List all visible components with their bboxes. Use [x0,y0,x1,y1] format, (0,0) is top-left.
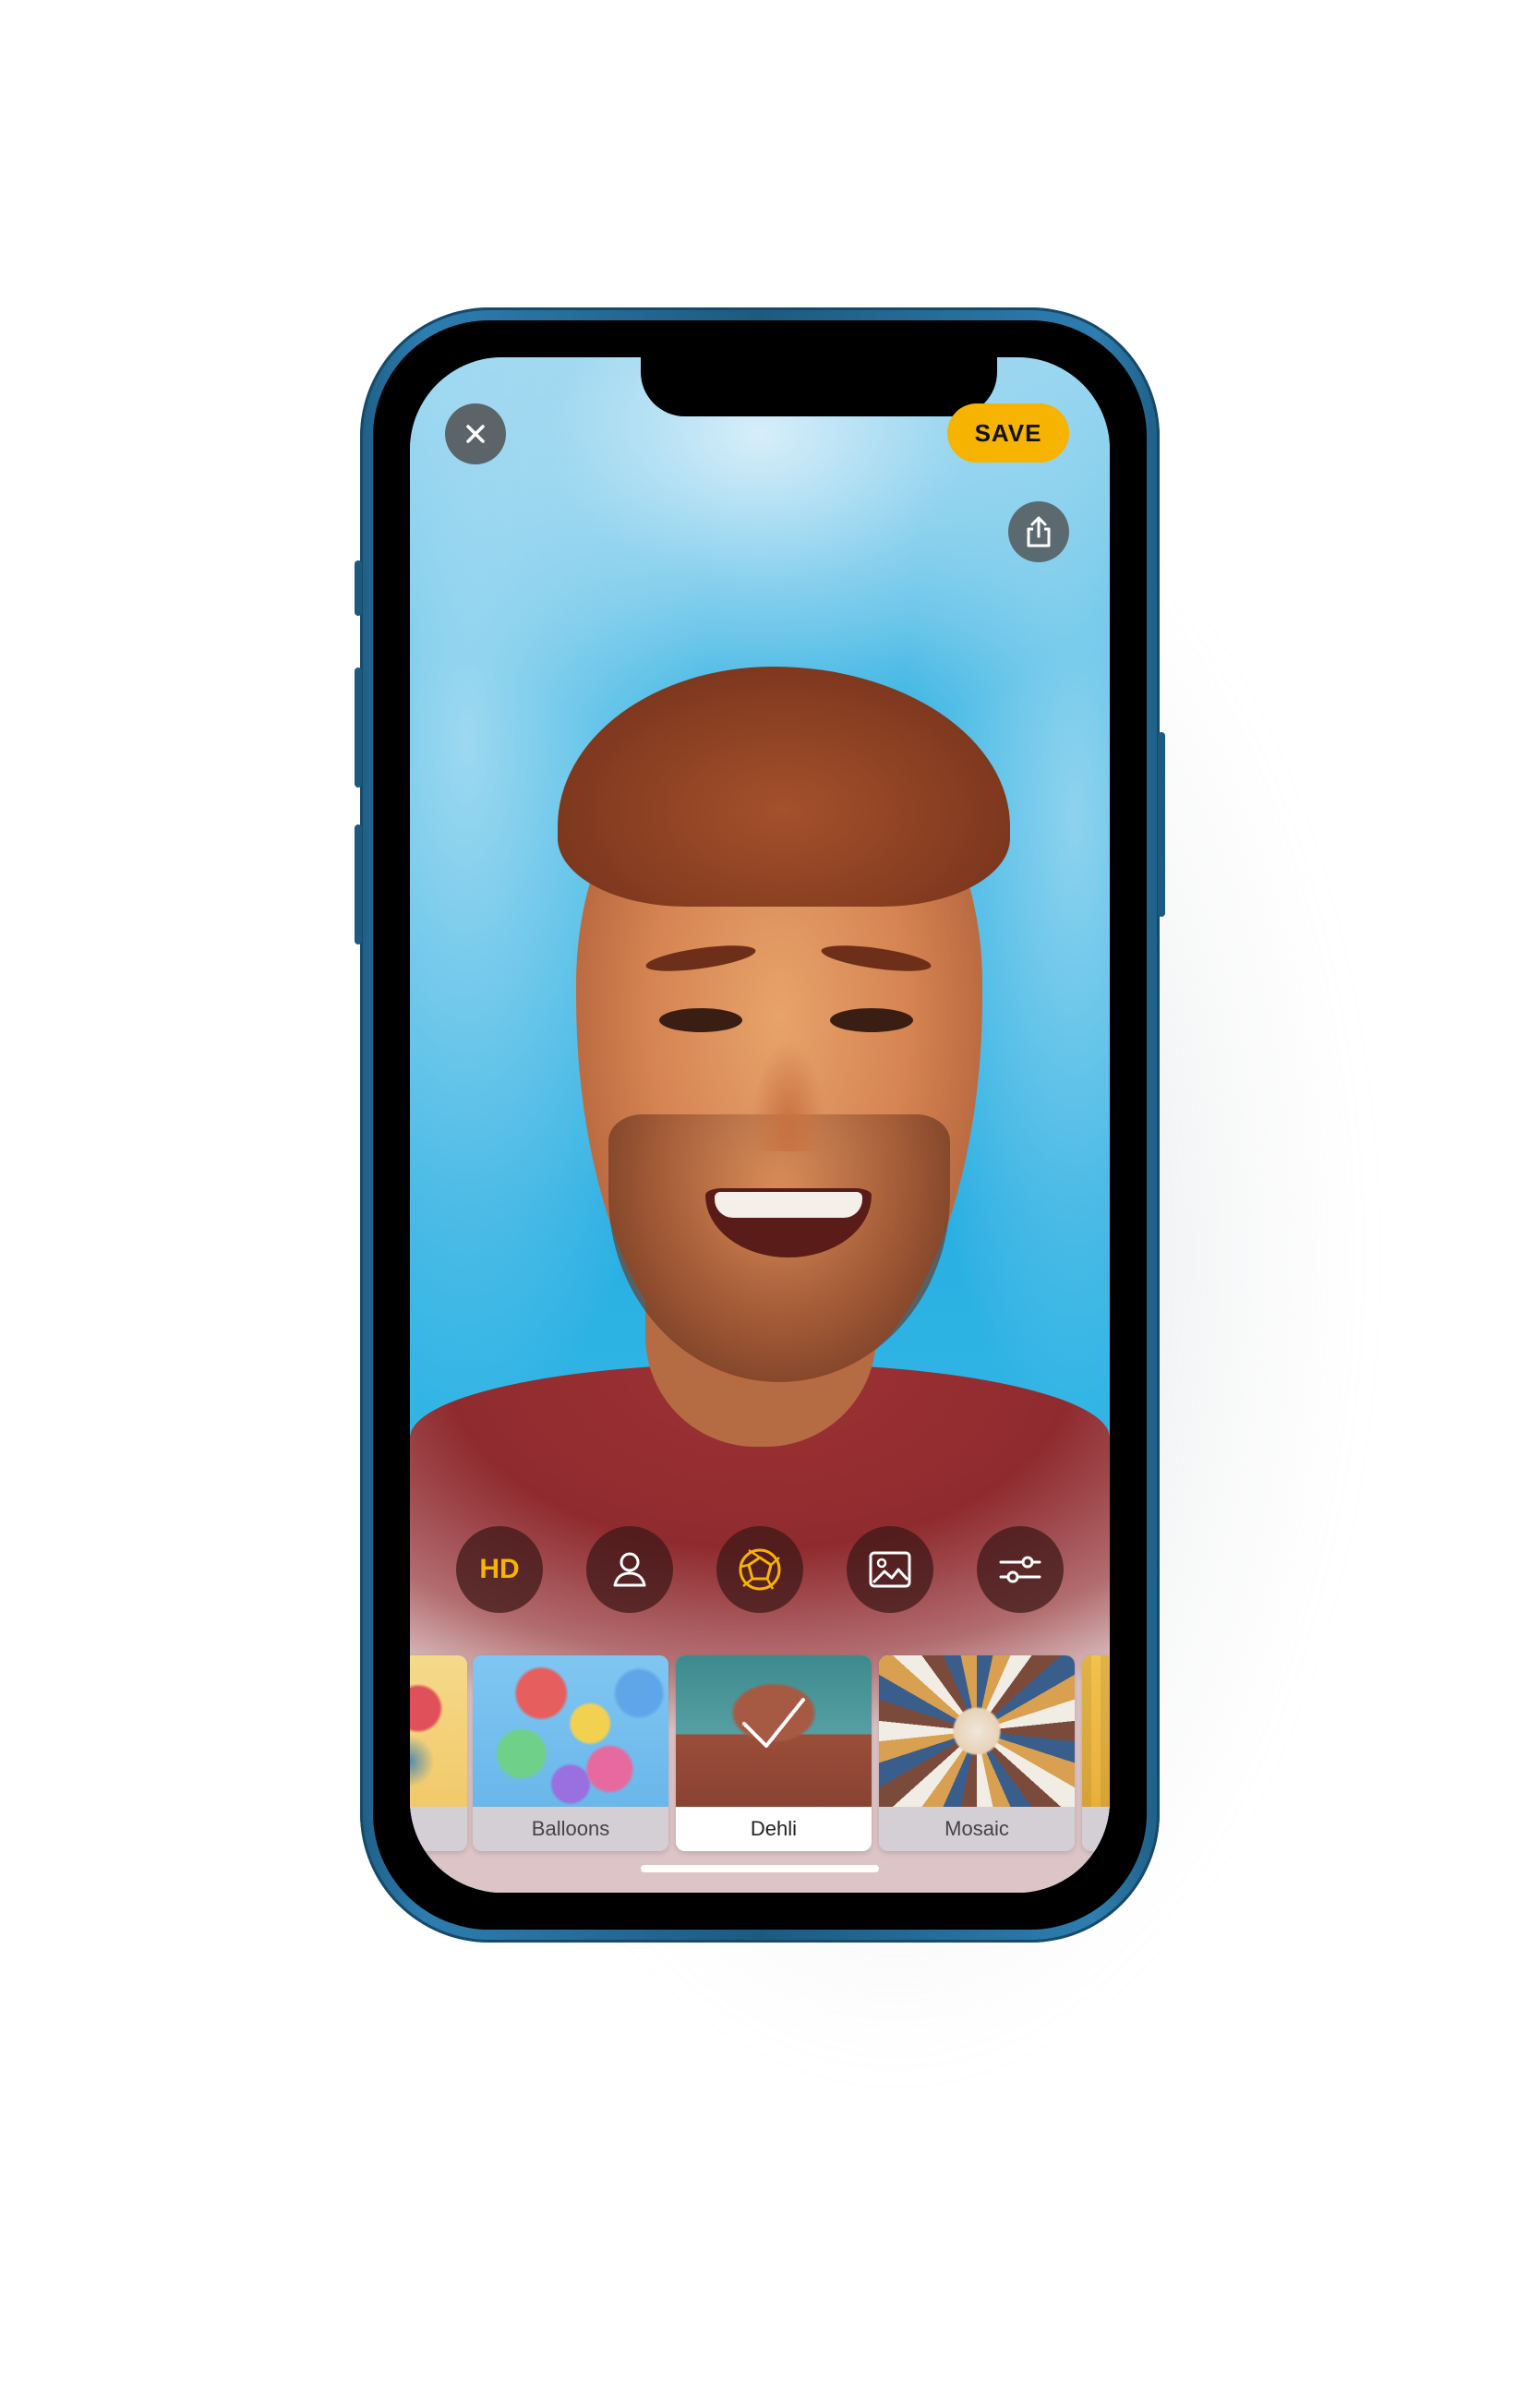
filter-thumb-balloons [473,1655,668,1807]
filter-thumb-mosaic [879,1655,1075,1807]
filter-tile-mosaic[interactable]: Mosaic [879,1655,1075,1851]
share-icon [1027,516,1051,547]
style-filter-button[interactable] [716,1526,803,1613]
silent-switch [355,560,362,616]
aperture-icon [739,1548,781,1591]
filter-label: Dehli [676,1807,872,1851]
close-icon [466,425,485,443]
portrait-tool-button[interactable] [586,1526,673,1613]
filter-thumb-floral [410,1655,467,1807]
filter-tile-dehli[interactable]: Dehli [676,1655,872,1851]
close-button[interactable] [445,403,506,464]
filter-tile-floral[interactable] [410,1655,467,1851]
filter-label [410,1807,467,1851]
filter-tile-balloons[interactable]: Balloons [473,1655,668,1851]
filter-carousel[interactable]: Balloons Dehli Mosaic [410,1655,1110,1855]
share-button[interactable] [1008,501,1069,562]
filter-thumb-pixel [1082,1655,1110,1807]
notch [641,357,997,416]
editor-toolbar: HD [456,1525,1064,1614]
person-icon [613,1552,646,1587]
filter-label: Mosaic [879,1807,1075,1851]
save-button[interactable]: SAVE [947,403,1069,463]
filter-label: Balloons [473,1807,668,1851]
portrait-hair [558,667,1010,907]
bezel: SAVE HD Balloons Dehli Mosaic [373,320,1147,1930]
selected-check-icon [742,1698,805,1748]
filter-label [1082,1807,1110,1851]
home-indicator[interactable] [641,1865,879,1872]
image-icon [869,1551,911,1588]
background-button[interactable] [847,1526,933,1613]
portrait-nose [752,1041,825,1151]
portrait-eye-right [830,1008,913,1032]
sliders-icon [999,1556,1041,1583]
screen: SAVE HD Balloons Dehli Mosaic [410,357,1110,1893]
hd-button[interactable]: HD [456,1526,543,1613]
filter-tile-pixel[interactable] [1082,1655,1110,1851]
phone-frame: SAVE HD Balloons Dehli Mosaic [355,307,1165,1943]
volume-down-button [355,824,362,944]
power-button [1158,732,1165,917]
adjust-button[interactable] [977,1526,1064,1613]
portrait-eye-left [659,1008,742,1032]
portrait-teeth [715,1192,862,1218]
hd-label: HD [479,1554,520,1584]
volume-up-button [355,668,362,788]
